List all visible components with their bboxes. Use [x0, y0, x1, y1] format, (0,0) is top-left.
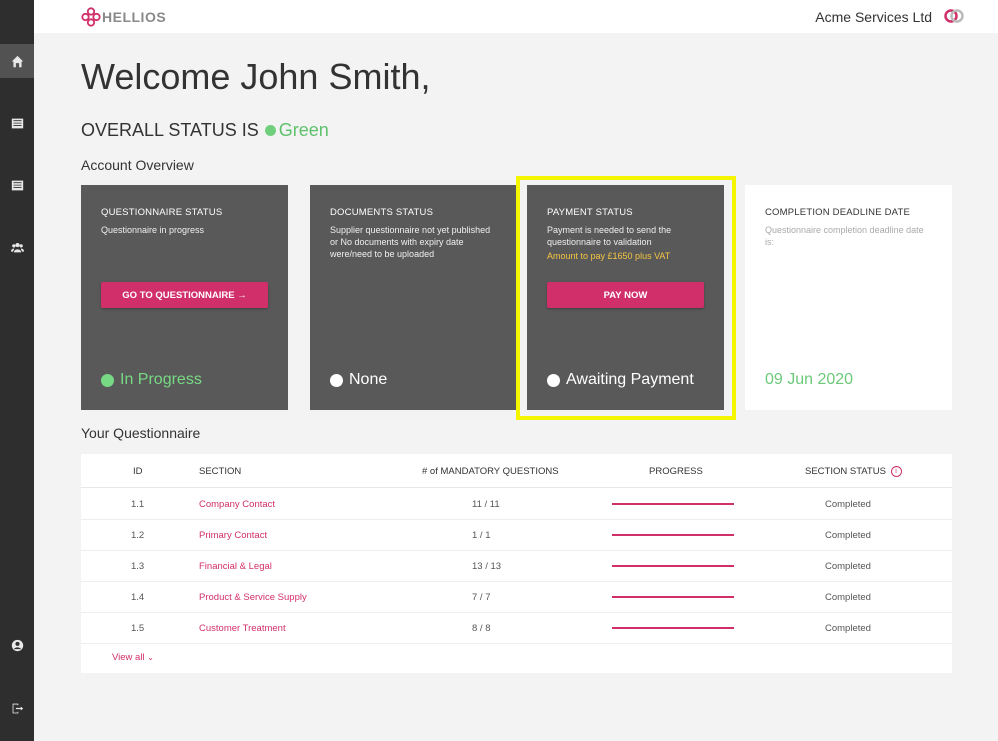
- card-title: QUESTIONNAIRE STATUS: [101, 207, 223, 218]
- your-questionnaire-title: Your Questionnaire: [81, 425, 201, 441]
- row-id: 1.4: [131, 592, 145, 603]
- row-progress-bar: [612, 565, 734, 567]
- overall-status-label: OVERALL STATUS IS: [81, 120, 259, 140]
- overall-status: OVERALL STATUS IS Green: [81, 120, 329, 141]
- row-section-status: Completed: [825, 561, 871, 572]
- row-progress-bar: [612, 596, 734, 598]
- row-mandatory-count: 13 / 13: [472, 561, 502, 572]
- table-row[interactable]: 1.5 Customer Treatment 8 / 8 Completed: [81, 612, 952, 644]
- card-status-text: None: [349, 371, 388, 388]
- account-overview-title: Account Overview: [81, 157, 194, 173]
- row-progress-bar: [612, 627, 734, 629]
- row-section-link[interactable]: Product & Service Supply: [199, 592, 307, 603]
- row-progress-bar: [612, 503, 734, 505]
- card-status: None: [330, 371, 387, 389]
- card-description: Questionnaire in progress: [101, 225, 205, 235]
- sidebar-item-home[interactable]: [0, 44, 34, 78]
- chevron-down-icon: ⌄: [147, 653, 154, 662]
- card-status: In Progress: [101, 371, 202, 389]
- questionnaire-table: ID SECTION # of MANDATORY QUESTIONS PROG…: [81, 454, 952, 673]
- info-icon[interactable]: i: [890, 466, 902, 477]
- table-row[interactable]: 1.1 Company Contact 11 / 11 Completed: [81, 488, 952, 520]
- column-header-id[interactable]: ID: [133, 466, 143, 477]
- row-section-status: Completed: [825, 530, 871, 541]
- table-row[interactable]: 1.2 Primary Contact 1 / 1 Completed: [81, 519, 952, 551]
- row-id: 1.5: [131, 623, 145, 634]
- sidebar-item-users[interactable]: [0, 230, 34, 264]
- status-dot-icon: [101, 373, 114, 387]
- company-name[interactable]: Acme Services Ltd: [815, 9, 932, 25]
- brand-name: HELLIOS: [102, 9, 167, 25]
- top-bar: HELLIOS Acme Services Ltd: [34, 0, 998, 33]
- brand-logo[interactable]: HELLIOS: [81, 7, 166, 27]
- sidebar-item-list-2[interactable]: [0, 168, 34, 202]
- payment-card-highlight: [516, 176, 736, 420]
- row-mandatory-count: 8 / 8: [472, 623, 491, 634]
- row-section-link[interactable]: Customer Treatment: [199, 623, 286, 634]
- row-id: 1.1: [131, 499, 145, 510]
- card-title: COMPLETION DEADLINE DATE: [765, 207, 911, 218]
- go-to-questionnaire-button[interactable]: GO TO QUESTIONNAIRE →: [101, 282, 268, 308]
- company-switch-icon[interactable]: [944, 9, 964, 23]
- status-dot-icon: [264, 125, 276, 136]
- row-section-status: Completed: [825, 499, 871, 510]
- welcome-heading: Welcome John Smith,: [81, 56, 431, 97]
- row-mandatory-count: 7 / 7: [472, 592, 491, 603]
- table-header: ID SECTION # of MANDATORY QUESTIONS PROG…: [81, 454, 952, 488]
- overall-status-value: Green: [278, 120, 329, 140]
- table-row[interactable]: 1.4 Product & Service Supply 7 / 7 Complete…: [81, 581, 952, 613]
- row-mandatory-count: 1 / 1: [472, 530, 491, 541]
- column-header-status: SECTION STATUS i: [805, 466, 902, 477]
- row-section-link[interactable]: Company Contact: [199, 499, 275, 510]
- users-icon: [10, 242, 24, 252]
- card-description: Questionnaire completion deadline date i…: [765, 225, 924, 247]
- documents-status-card: DOCUMENTS STATUS Supplier questionnaire …: [310, 185, 517, 410]
- column-header-mandatory[interactable]: # of MANDATORY QUESTIONS: [422, 466, 559, 477]
- hellios-logo-icon: [81, 7, 101, 27]
- card-description: Supplier questionnaire not yet published…: [330, 225, 491, 259]
- list-icon: [11, 180, 23, 190]
- column-header-progress[interactable]: PROGRESS: [649, 466, 703, 477]
- sidebar-item-profile[interactable]: [0, 628, 34, 662]
- view-all-label: View all: [112, 652, 145, 663]
- deadline-date: 09 Jun 2020: [765, 371, 854, 388]
- list-icon: [11, 118, 23, 128]
- row-section-link[interactable]: Financial & Legal: [199, 561, 272, 572]
- home-icon: [11, 55, 23, 67]
- row-section-link[interactable]: Primary Contact: [199, 530, 267, 541]
- column-header-section[interactable]: SECTION: [199, 466, 241, 477]
- card-title: DOCUMENTS STATUS: [330, 207, 434, 218]
- card-status-text: In Progress: [120, 371, 202, 388]
- logout-icon: [12, 703, 23, 713]
- row-section-status: Completed: [825, 623, 871, 634]
- questionnaire-status-card: QUESTIONNAIRE STATUS Questionnaire in pr…: [81, 185, 288, 410]
- table-row[interactable]: 1.3 Financial & Legal 13 / 13 Completed: [81, 550, 952, 582]
- row-section-status: Completed: [825, 592, 871, 603]
- sidebar-item-list-1[interactable]: [0, 106, 34, 140]
- column-header-status-label[interactable]: SECTION STATUS: [805, 466, 886, 477]
- row-id: 1.2: [131, 530, 145, 541]
- status-dot-icon: [330, 373, 343, 387]
- sidebar: [0, 0, 34, 741]
- sidebar-item-logout[interactable]: [0, 691, 34, 725]
- row-id: 1.3: [131, 561, 145, 572]
- row-progress-bar: [612, 534, 734, 536]
- view-all-link[interactable]: View all ⌄: [112, 652, 154, 663]
- row-mandatory-count: 11 / 11: [472, 499, 500, 510]
- user-circle-icon: [11, 639, 23, 651]
- completion-deadline-card: COMPLETION DEADLINE DATE Questionnaire c…: [745, 185, 952, 410]
